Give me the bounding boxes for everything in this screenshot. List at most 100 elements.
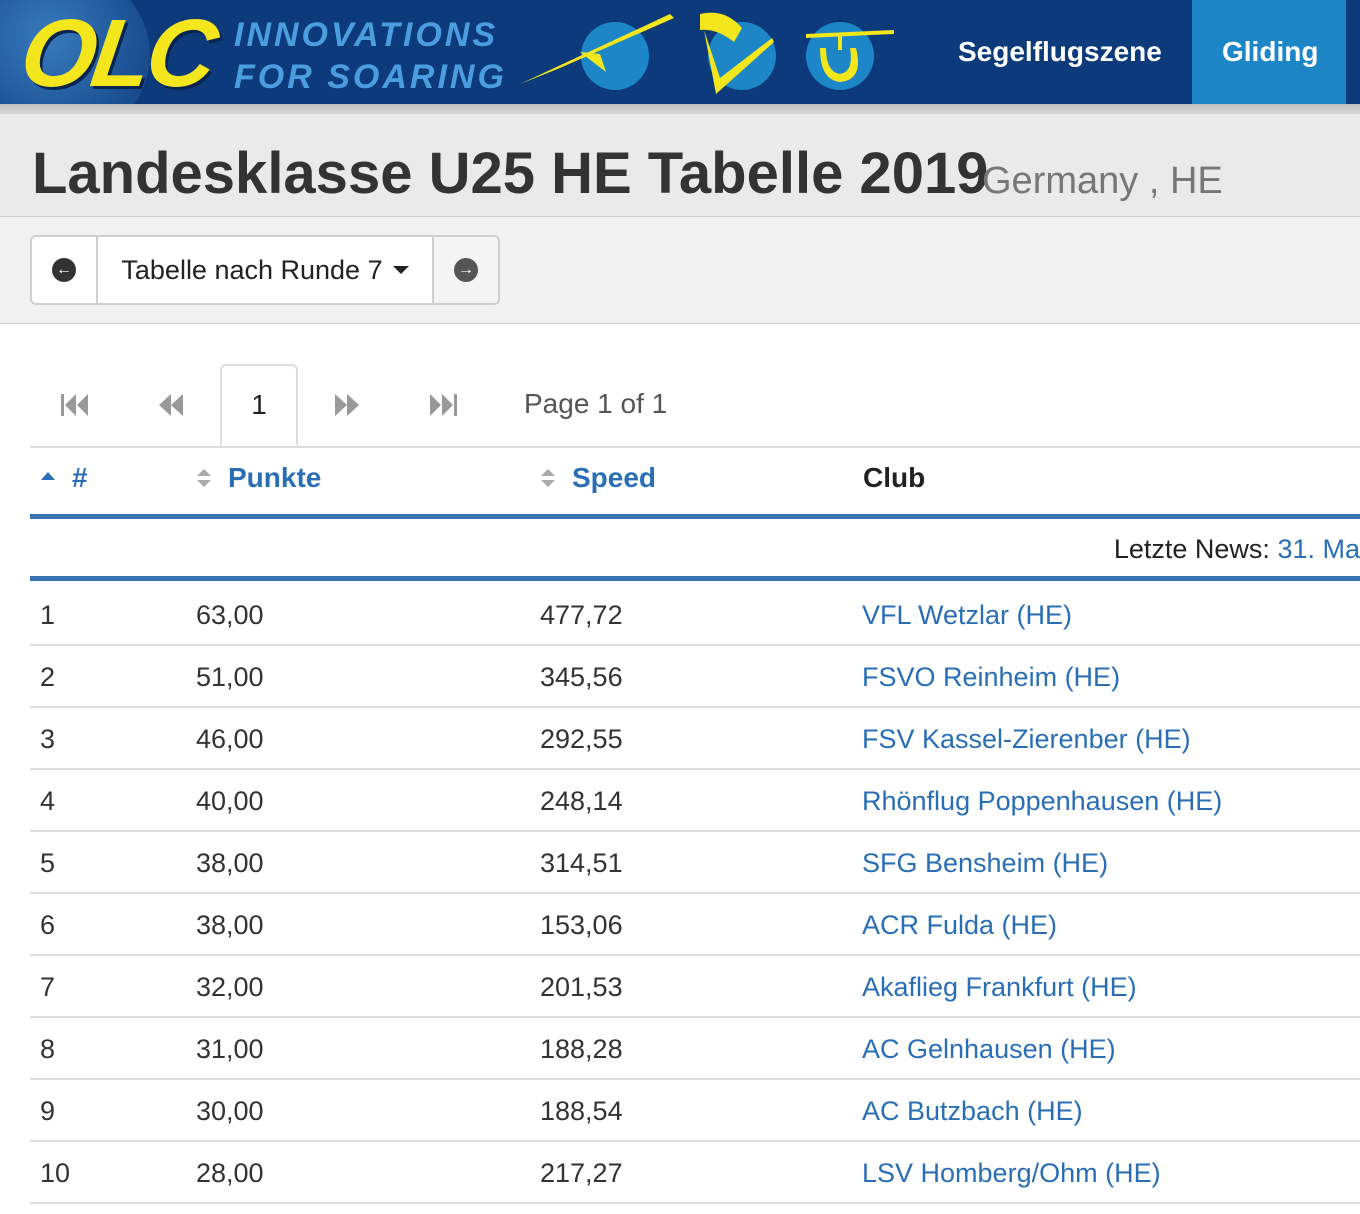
paraglider-icon: [700, 12, 776, 94]
table-row: 9 30,00 188,54 AC Butzbach (HE): [30, 1080, 1360, 1142]
next-page-button[interactable]: [302, 364, 392, 446]
sport-icons: [520, 12, 894, 94]
news-link[interactable]: 31. Ma: [1277, 534, 1360, 564]
cell-rank: 1: [40, 600, 56, 630]
previous-page-icon: [159, 394, 183, 416]
club-link[interactable]: LSV Homberg/Ohm (HE): [862, 1158, 1161, 1189]
cell-points: 40,00: [196, 786, 264, 816]
next-round-button[interactable]: →: [434, 237, 498, 303]
club-header: Club: [863, 462, 926, 493]
cell-speed: 153,06: [540, 910, 623, 940]
club-link[interactable]: FSVO Reinheim (HE): [862, 662, 1120, 693]
banner-separator: [0, 104, 1360, 114]
round-button-group: ← Tabelle nach Runde 7 →: [30, 235, 500, 305]
previous-page-button[interactable]: [126, 364, 216, 446]
cell-speed: 248,14: [540, 786, 623, 816]
club-link[interactable]: Akaflieg Frankfurt (HE): [862, 972, 1137, 1003]
last-page-icon: [430, 394, 457, 416]
table-row: 7 32,00 201,53 Akaflieg Frankfurt (HE): [30, 956, 1360, 1018]
cell-points: 31,00: [196, 1034, 264, 1064]
first-page-icon: [61, 394, 88, 416]
cell-points: 38,00: [196, 910, 264, 940]
tagline: INNOVATIONS FOR SOARING: [234, 14, 507, 98]
club-link[interactable]: AC Gelnhausen (HE): [862, 1034, 1116, 1065]
table-row: 10 28,00 217,27 LSV Homberg/Ohm (HE): [30, 1142, 1360, 1204]
cell-rank: 2: [40, 662, 56, 692]
sort-points-header[interactable]: Punkte: [196, 462, 321, 494]
speed-header-label: Speed: [572, 462, 657, 493]
page-title: Landesklasse U25 HE Tabelle 2019: [32, 141, 989, 206]
sort-rank-header[interactable]: #: [40, 462, 88, 494]
table-row: 4 40,00 248,14 Rhönflug Poppenhausen (HE): [30, 770, 1360, 832]
cell-points: 46,00: [196, 724, 264, 754]
table-row: 5 38,00 314,51 SFG Bensheim (HE): [30, 832, 1360, 894]
cell-rank: 6: [40, 910, 56, 940]
round-select-dropdown[interactable]: Tabelle nach Runde 7: [96, 237, 434, 303]
cell-speed: 292,55: [540, 724, 623, 754]
round-select-label: Tabelle nach Runde 7: [121, 254, 383, 285]
cell-speed: 217,27: [540, 1158, 623, 1188]
tagline-line-2: FOR SOARING: [234, 58, 507, 96]
hangglider-icon: [806, 22, 894, 90]
caret-down-icon: [392, 266, 409, 274]
rank-header-label: #: [72, 462, 88, 493]
glider-icon: [520, 14, 674, 90]
ranking-table-body: 1 63,00 477,72 VFL Wetzlar (HE) 2 51,00 345,56…: [30, 584, 1360, 1204]
club-link[interactable]: VFL Wetzlar (HE): [862, 600, 1072, 631]
cell-rank: 9: [40, 1096, 56, 1126]
club-link[interactable]: SFG Bensheim (HE): [862, 848, 1108, 879]
table-row: 2 51,00 345,56 FSVO Reinheim (HE): [30, 646, 1360, 708]
sort-asc-icon: [41, 472, 55, 480]
cell-rank: 7: [40, 972, 56, 1002]
club-link[interactable]: ACR Fulda (HE): [862, 910, 1057, 941]
cell-points: 32,00: [196, 972, 264, 1002]
club-link[interactable]: AC Butzbach (HE): [862, 1096, 1083, 1127]
top-banner: OLC INNOVATIONS FOR SOARING Segelflugsze…: [0, 0, 1360, 104]
sort-icon: [197, 469, 211, 487]
previous-round-button[interactable]: ←: [32, 237, 96, 303]
tagline-line-1: INNOVATIONS: [234, 16, 499, 54]
cell-rank: 3: [40, 724, 56, 754]
page-subtitle: Germany , HE: [982, 160, 1223, 202]
news-text: Letzte News: 31. Ma: [1114, 534, 1360, 565]
cell-speed: 477,72: [540, 600, 623, 630]
olc-logo[interactable]: OLC: [15, 0, 221, 104]
cell-points: 51,00: [196, 662, 264, 692]
page-info: Page 1 of 1: [524, 388, 668, 419]
cell-speed: 201,53: [540, 972, 623, 1002]
sort-icon: [541, 469, 555, 487]
cell-points: 63,00: [196, 600, 264, 630]
page-header: Landesklasse U25 HE Tabelle 2019 Germany…: [0, 114, 1360, 217]
cell-points: 38,00: [196, 848, 264, 878]
sort-speed-header[interactable]: Speed: [540, 462, 656, 494]
table-header: # Punkte Speed Club: [30, 448, 1360, 519]
arrow-right-circle-icon: →: [454, 258, 478, 282]
points-header-label: Punkte: [228, 462, 322, 493]
cell-rank: 5: [40, 848, 56, 878]
round-toolbar: ← Tabelle nach Runde 7 →: [0, 217, 1360, 324]
arrow-left-circle-icon: ←: [52, 258, 76, 282]
table-row: 3 46,00 292,55 FSV Kassel-Zierenber (HE): [30, 708, 1360, 770]
last-page-button[interactable]: [398, 364, 488, 446]
table-row: 6 38,00 153,06 ACR Fulda (HE): [30, 894, 1360, 956]
pagination: 1 Page 1 of 1: [30, 364, 1360, 448]
club-link[interactable]: Rhönflug Poppenhausen (HE): [862, 786, 1222, 817]
cell-points: 28,00: [196, 1158, 264, 1188]
nav-segelflugszene[interactable]: Segelflugszene: [928, 0, 1192, 104]
cell-speed: 345,56: [540, 662, 623, 692]
cell-speed: 314,51: [540, 848, 623, 878]
cell-rank: 10: [40, 1158, 71, 1188]
cell-points: 30,00: [196, 1096, 264, 1126]
table-row: 1 63,00 477,72 VFL Wetzlar (HE): [30, 584, 1360, 646]
page-1-button[interactable]: 1: [220, 364, 298, 446]
cell-speed: 188,54: [540, 1096, 623, 1126]
next-page-icon: [335, 394, 359, 416]
news-label: Letzte News:: [1113, 534, 1270, 564]
club-link[interactable]: FSV Kassel-Zierenber (HE): [862, 724, 1191, 755]
table-row: 8 31,00 188,28 AC Gelnhausen (HE): [30, 1018, 1360, 1080]
news-row: Letzte News: 31. Ma: [30, 518, 1360, 581]
first-page-button[interactable]: [30, 364, 120, 446]
cell-speed: 188,28: [540, 1034, 623, 1064]
nav-gliding[interactable]: Gliding: [1192, 0, 1346, 104]
cell-rank: 8: [40, 1034, 56, 1064]
